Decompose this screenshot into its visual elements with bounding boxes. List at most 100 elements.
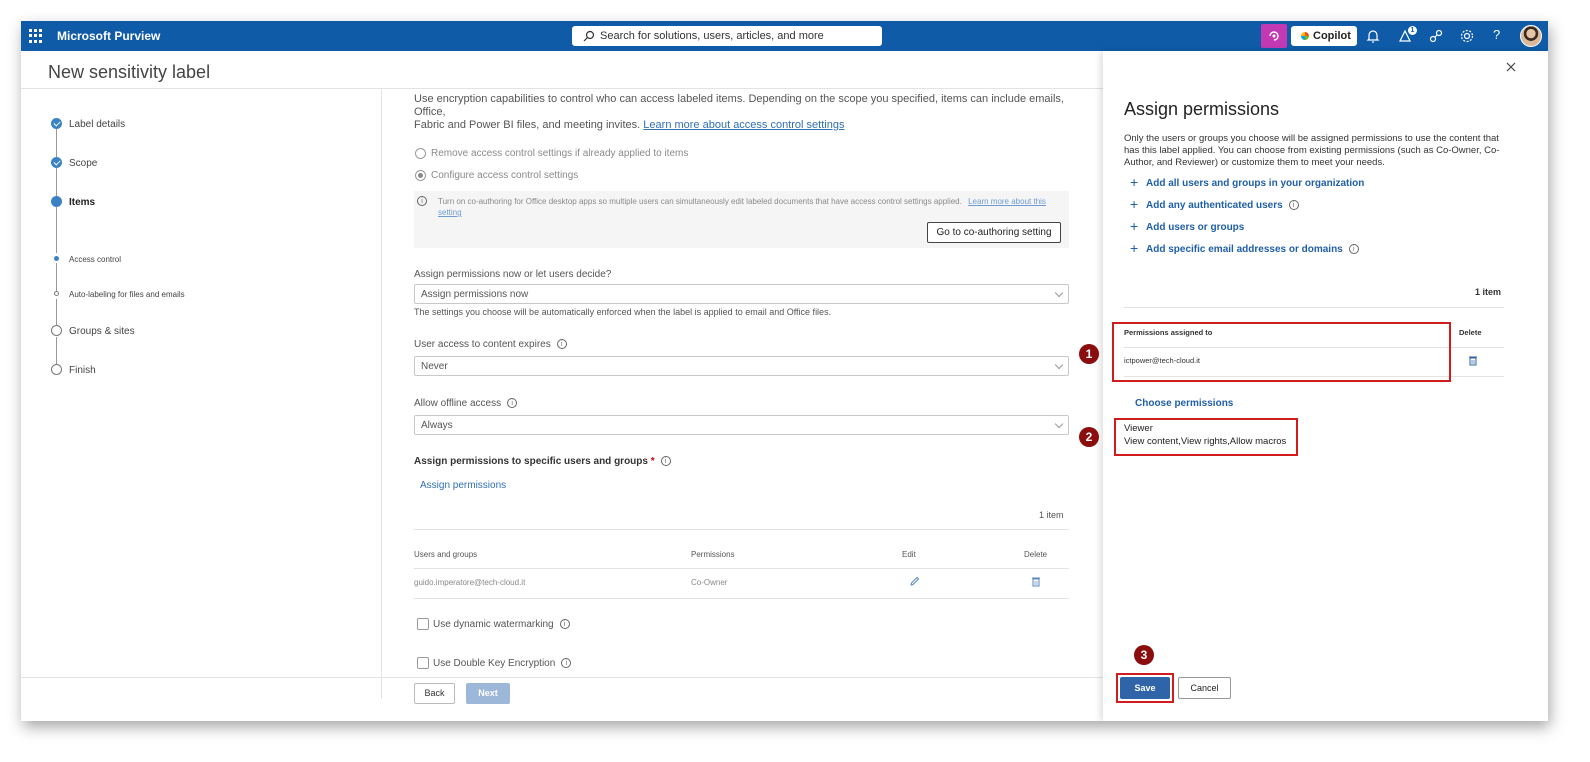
info-icon: i [417,196,427,206]
col-users-groups[interactable]: Users and groups [414,550,477,559]
coauthoring-info-box: i Turn on co-authoring for Office deskto… [414,191,1069,248]
expires-select-value: Never [421,361,448,372]
panel-description: Only the users or groups you choose will… [1124,133,1500,168]
step-groups-sites-indicator [51,325,62,336]
double-key-checkbox[interactable] [417,657,429,669]
callout-box-2 [1114,418,1298,456]
step-label-details-check-icon [51,118,62,129]
assign-permissions-link[interactable]: Assign permissions [420,480,506,491]
trash-icon[interactable] [1031,576,1041,587]
substep-access-control-indicator [54,256,59,261]
trash-icon[interactable] [1468,355,1478,366]
add-all-label: Add all users and groups in your organiz… [1146,178,1365,189]
coauth-info-text: Turn on co-authoring for Office desktop … [438,196,1058,218]
step-scope[interactable]: Scope [69,158,97,169]
info-icon[interactable]: i [660,456,671,467]
search-input[interactable]: Search for solutions, users, articles, a… [572,26,882,46]
radio-remove-label: Remove access control settings if alread… [431,148,689,159]
table-divider [414,568,1069,569]
dynamic-watermark-checkbox[interactable] [417,618,429,630]
info-icon[interactable]: i [561,658,572,669]
step-label-details[interactable]: Label details [69,119,125,130]
assign-select-value: Assign permissions now [421,289,529,300]
info-icon[interactable]: i [556,339,567,350]
table-divider [414,598,1069,599]
top-bar: Microsoft Purview Search for solutions, … [21,21,1548,51]
row-user: guido.imperatore@tech-cloud.it [414,578,526,587]
info-icon[interactable]: i [1348,244,1359,255]
choose-permissions-link[interactable]: Choose permissions [1135,398,1233,409]
dynamic-watermark-label: Use dynamic watermarking i [433,619,570,630]
step-finish[interactable]: Finish [69,365,96,376]
expires-select[interactable]: Never [414,356,1069,376]
add-email-domains-button[interactable]: + Add specific email addresses or domains… [1130,240,1359,256]
pencil-icon[interactable] [909,576,920,587]
col-panel-delete: Delete [1459,328,1482,337]
search-placeholder: Search for solutions, users, articles, a… [600,30,824,42]
step-items[interactable]: Items [69,197,95,208]
intro-line-2: Fabric and Power BI files, and meeting i… [414,119,641,131]
assign-permissions-panel: Assign permissions Only the users or gro… [1103,51,1548,721]
cancel-button[interactable]: Cancel [1178,677,1231,699]
expires-label-text: User access to content expires [414,339,551,350]
copilot-swirl-icon [1269,31,1279,41]
info-icon[interactable]: i [1288,200,1299,211]
dynamic-watermark-text: Use dynamic watermarking [433,619,554,630]
coauth-learn-more-link[interactable]: Learn more about this [968,197,1046,206]
col-permissions[interactable]: Permissions [691,550,735,559]
info-icon[interactable]: i [507,398,518,409]
next-button[interactable]: Next [466,683,510,704]
app-window: Microsoft Purview Search for solutions, … [21,21,1548,721]
callout-number-1: 1 [1079,344,1099,364]
app-launcher-icon[interactable] [29,29,43,43]
table-divider [414,529,1069,530]
offline-select[interactable]: Always [414,415,1069,435]
substep-auto-labeling[interactable]: Auto-labeling for files and emails [69,290,185,299]
avatar[interactable] [1520,25,1542,47]
substep-access-control[interactable]: Access control [69,255,121,264]
offline-label-text: Allow offline access [414,398,502,409]
plus-icon: + [1130,196,1139,212]
panel-divider [1124,307,1504,308]
page-title: New sensitivity label [48,62,211,82]
security-copilot-button[interactable] [1261,24,1287,48]
coauth-learn-more-link-2[interactable]: setting [438,208,462,217]
add-all-users-button[interactable]: + Add all users and groups in your organi… [1130,174,1364,190]
bell-icon[interactable] [1365,28,1381,44]
step-connector [56,207,57,253]
back-button[interactable]: Back [414,683,455,704]
coauthoring-setting-button[interactable]: Go to co-authoring setting [927,222,1061,243]
gear-icon[interactable] [1459,28,1475,44]
step-finish-indicator [51,364,62,375]
col-delete: Delete [1024,550,1048,559]
add-users-groups-button[interactable]: + Add users or groups [1130,218,1244,234]
add-authenticated-users-button[interactable]: + Add any authenticated users i [1130,196,1299,212]
panel-item-count: 1 item [1475,287,1502,297]
copilot-button[interactable]: Copilot [1291,26,1357,46]
copilot-logo-icon [1301,32,1309,40]
brand-name[interactable]: Microsoft Purview [57,29,160,43]
info-icon[interactable]: i [559,619,570,630]
chevron-down-icon [1054,288,1064,298]
add-auth-label: Add any authenticated users [1146,200,1283,211]
assign-permissions-select[interactable]: Assign permissions now [414,284,1069,304]
intro-line-1: Use encryption capabilities to control w… [414,93,1064,118]
col-edit: Edit [902,550,916,559]
add-users-label: Add users or groups [1146,222,1245,233]
help-icon[interactable]: ? [1493,27,1509,43]
double-key-text: Use Double Key Encryption [433,658,556,669]
radio-configure[interactable] [415,170,426,181]
radio-remove[interactable] [415,148,426,159]
close-icon[interactable] [1506,62,1516,72]
step-groups-sites[interactable]: Groups & sites [69,326,135,337]
required-mark: * [650,456,655,467]
callout-box-3 [1116,673,1174,703]
assign-hint: The settings you choose will be automati… [414,307,832,317]
share-link-icon[interactable] [1428,28,1444,44]
step-connector [56,168,57,196]
plus-icon: + [1130,218,1139,234]
chevron-down-icon [1054,419,1064,429]
chevron-down-icon [1054,360,1064,370]
learn-more-access-link[interactable]: Learn more about access control settings [643,119,844,131]
add-email-label: Add specific email addresses or domains [1146,244,1343,255]
